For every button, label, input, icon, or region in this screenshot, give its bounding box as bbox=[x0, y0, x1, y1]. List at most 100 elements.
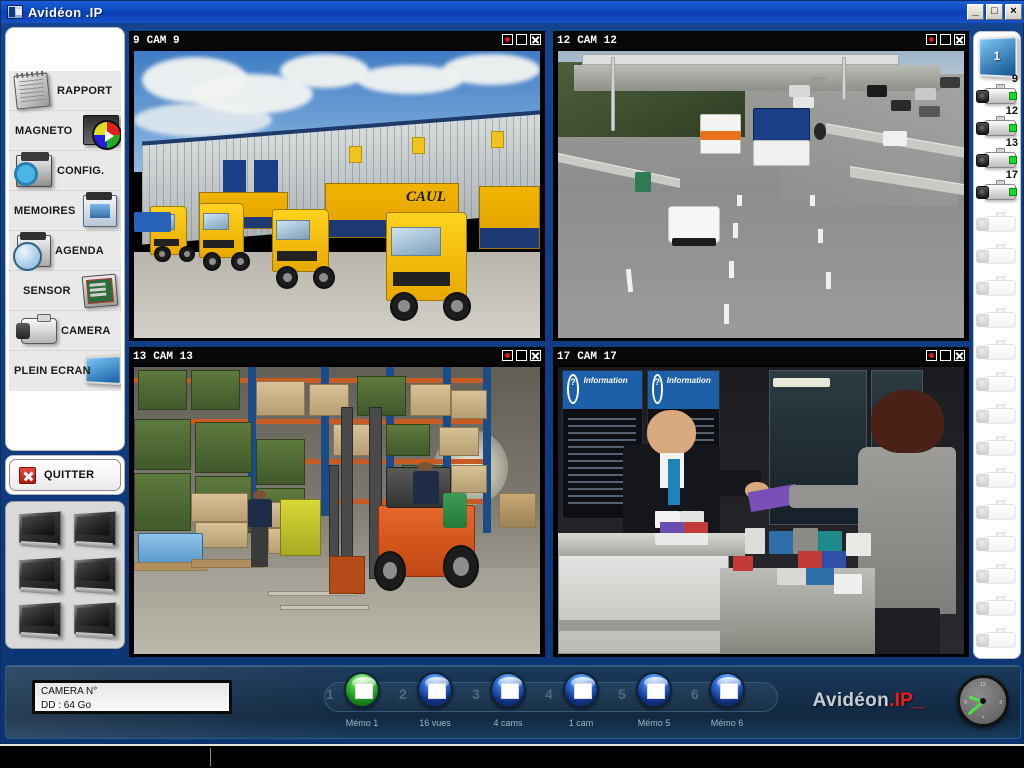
monitor-icon bbox=[73, 556, 116, 591]
camera-mount-icon bbox=[996, 372, 1005, 377]
rail-camera-inactive[interactable] bbox=[976, 627, 1020, 655]
rail-camera-inactive[interactable] bbox=[976, 211, 1020, 239]
sidebar-item-label: CAMERA bbox=[61, 325, 110, 337]
close-icon[interactable] bbox=[530, 34, 541, 45]
close-button[interactable]: × bbox=[1005, 4, 1022, 20]
close-icon[interactable] bbox=[954, 34, 965, 45]
video-cell-cam12[interactable]: 12 CAM 12 bbox=[553, 31, 969, 341]
cell-camera-name: CAM 9 bbox=[147, 35, 180, 47]
sidebar-item-plein-ecran[interactable]: PLEIN ECRAN bbox=[9, 351, 121, 391]
sidebar-item-memoires[interactable]: MEMOIRES bbox=[9, 191, 121, 231]
rail-camera-inactive[interactable] bbox=[976, 563, 1020, 591]
sidebar-item-config[interactable]: CONFIG. bbox=[9, 151, 121, 191]
memories-icon bbox=[83, 195, 117, 227]
cell-camera-name: CAM 12 bbox=[577, 35, 617, 47]
monitor-thumb[interactable] bbox=[67, 599, 119, 642]
camera-lens-icon bbox=[976, 474, 989, 487]
monitor-icon bbox=[19, 602, 62, 637]
analog-clock-icon[interactable]: 12 9 3 6 bbox=[957, 675, 1009, 727]
maximize-icon[interactable] bbox=[516, 34, 527, 45]
camera-mount-icon bbox=[996, 244, 1005, 249]
monitor-thumb[interactable] bbox=[67, 508, 119, 551]
maximize-button[interactable]: □ bbox=[986, 4, 1003, 20]
record-icon[interactable] bbox=[502, 350, 513, 361]
status-led bbox=[1009, 188, 1017, 196]
camera-mount-icon bbox=[996, 148, 1005, 153]
rail-monitor-icon[interactable]: 1 bbox=[978, 36, 1017, 78]
rail-camera-inactive[interactable] bbox=[976, 403, 1020, 431]
quit-button[interactable]: QUITTER bbox=[9, 459, 121, 491]
sensor-board-icon bbox=[82, 274, 119, 309]
video-cell-cam17[interactable]: 17 CAM 17 ?Information bbox=[553, 347, 969, 657]
rail-camera-inactive[interactable] bbox=[976, 243, 1020, 271]
preset-5[interactable]: 5 Mémo 5 bbox=[616, 672, 692, 708]
sidebar-item-label: RAPPORT bbox=[57, 85, 112, 97]
rail-camera-number: 9 bbox=[1012, 73, 1018, 85]
video-cell-cam9[interactable]: 9 CAM 9 bbox=[129, 31, 545, 341]
preset-button[interactable] bbox=[563, 672, 599, 708]
camera-lens-icon bbox=[976, 90, 989, 103]
rail-camera-17[interactable]: 17 bbox=[976, 179, 1020, 207]
clock-mark-6: 6 bbox=[960, 714, 1006, 719]
maximize-icon[interactable] bbox=[940, 34, 951, 45]
video-feed-cam12 bbox=[558, 51, 964, 338]
application-window: Avidéon .IP _ □ × RAPPORT MAGNETO bbox=[0, 0, 1024, 744]
preset-label: 4 cams bbox=[470, 718, 546, 728]
rail-camera-inactive[interactable] bbox=[976, 595, 1020, 623]
camera-lens-icon bbox=[976, 570, 989, 583]
rail-camera-inactive[interactable] bbox=[976, 435, 1020, 463]
monitor-thumb[interactable] bbox=[12, 508, 64, 551]
rail-camera-inactive[interactable] bbox=[976, 371, 1020, 399]
preset-button[interactable] bbox=[490, 672, 526, 708]
rail-camera-inactive[interactable] bbox=[976, 467, 1020, 495]
sidebar-item-sensor[interactable]: SENSOR bbox=[9, 271, 121, 311]
rail-inactive-cameras bbox=[976, 211, 1018, 655]
sidebar-item-rapport[interactable]: RAPPORT bbox=[9, 71, 121, 111]
close-icon[interactable] bbox=[530, 350, 541, 361]
monitor-thumb[interactable] bbox=[12, 599, 64, 642]
rail-camera-inactive[interactable] bbox=[976, 275, 1020, 303]
record-icon[interactable] bbox=[926, 34, 937, 45]
sidebar-item-agenda[interactable]: AGENDA bbox=[9, 231, 121, 271]
preset-4[interactable]: 4 1 cam bbox=[543, 672, 619, 708]
camera-mount-icon bbox=[996, 308, 1005, 313]
bottom-toolbar: CAMERA N° DD : 64 Go 1 Mémo 1 2 16 vues … bbox=[5, 665, 1021, 739]
cell-buttons bbox=[926, 34, 965, 45]
preset-6[interactable]: 6 Mémo 6 bbox=[689, 672, 765, 708]
preset-1[interactable]: 1 Mémo 1 bbox=[324, 672, 400, 708]
preset-button[interactable] bbox=[344, 672, 380, 708]
preset-button[interactable] bbox=[636, 672, 672, 708]
sidebar-item-magneto[interactable]: MAGNETO bbox=[9, 111, 121, 151]
video-cell-cam13[interactable]: 13 CAM 13 bbox=[129, 347, 545, 657]
camera-rail[interactable]: 1 9 12 13 bbox=[973, 31, 1021, 659]
cell-header: 17 CAM 17 bbox=[554, 348, 968, 365]
preset-2[interactable]: 2 16 vues bbox=[397, 672, 473, 708]
rail-camera-inactive[interactable] bbox=[976, 499, 1020, 527]
cell-buttons bbox=[926, 350, 965, 361]
rail-camera-inactive[interactable] bbox=[976, 339, 1020, 367]
config-gear-icon bbox=[16, 155, 52, 187]
sidebar-item-camera[interactable]: CAMERA bbox=[9, 311, 121, 351]
maximize-icon[interactable] bbox=[516, 350, 527, 361]
record-icon[interactable] bbox=[926, 350, 937, 361]
title-bar[interactable]: Avidéon .IP _ □ × bbox=[1, 1, 1024, 23]
preset-button[interactable] bbox=[709, 672, 745, 708]
sidebar-item-label: CONFIG. bbox=[57, 165, 104, 177]
rail-camera-inactive[interactable] bbox=[976, 531, 1020, 559]
record-icon[interactable] bbox=[502, 34, 513, 45]
close-icon[interactable] bbox=[954, 350, 965, 361]
maximize-icon[interactable] bbox=[940, 350, 951, 361]
clock-mark-9: 9 bbox=[964, 700, 967, 706]
monitor-icon bbox=[73, 602, 116, 637]
minimize-button[interactable]: _ bbox=[967, 4, 984, 20]
cell-number: 17 bbox=[557, 351, 570, 363]
preset-3[interactable]: 3 4 cams bbox=[470, 672, 546, 708]
monitor-thumb[interactable] bbox=[67, 554, 119, 597]
monitor-thumb[interactable] bbox=[12, 554, 64, 597]
camera-lens-icon bbox=[976, 154, 989, 167]
rail-camera-inactive[interactable] bbox=[976, 307, 1020, 335]
camera-lens-icon bbox=[976, 122, 989, 135]
preset-button[interactable] bbox=[417, 672, 453, 708]
monitor-icon bbox=[73, 510, 116, 545]
cell-camera-name: CAM 13 bbox=[153, 351, 193, 363]
